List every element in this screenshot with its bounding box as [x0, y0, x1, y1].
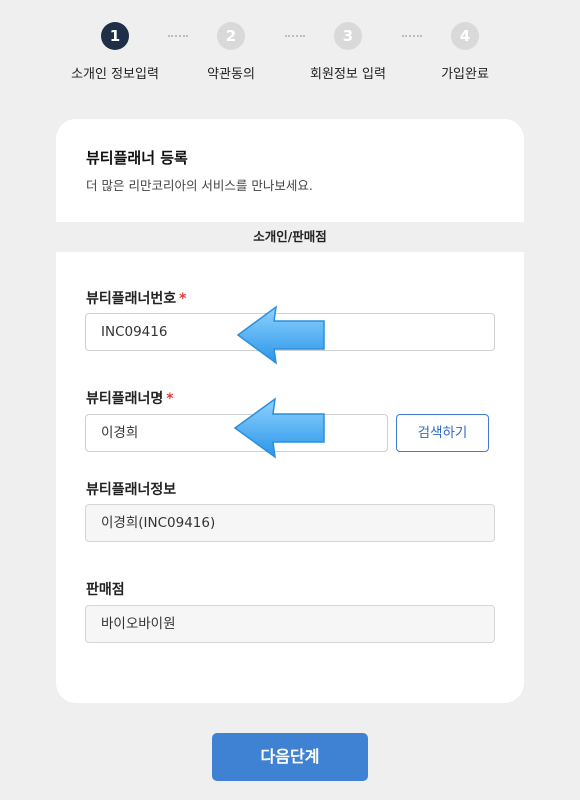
card-subtitle: 더 많은 리만코리아의 서비스를 만나보세요. — [86, 178, 313, 193]
step-number: 4 — [451, 22, 479, 50]
required-mark: * — [166, 391, 174, 407]
store-field: 바이오바이원 — [85, 605, 495, 643]
store-label: 판매점 — [86, 582, 125, 598]
next-step-button[interactable]: 다음단계 — [212, 733, 368, 781]
step-number: 1 — [101, 22, 129, 50]
step-label: 가입완료 — [441, 67, 489, 82]
step-2: 2 약관동의 — [171, 22, 291, 82]
step-label: 회원정보 입력 — [310, 67, 386, 82]
planner-info-label: 뷰티플래너정보 — [86, 482, 177, 498]
step-4: 4 가입완료 — [405, 22, 525, 82]
step-3: 3 회원정보 입력 — [288, 22, 408, 82]
planner-name-label-text: 뷰티플래너명 — [86, 391, 164, 407]
section-header: 소개인/판매점 — [56, 222, 524, 252]
step-label: 소개인 정보입력 — [71, 67, 159, 82]
card-title: 뷰티플래너 등록 — [86, 149, 188, 167]
planner-number-label: 뷰티플래너번호 * — [86, 288, 187, 308]
step-label: 약관동의 — [207, 67, 255, 82]
step-number: 2 — [217, 22, 245, 50]
planner-number-label-text: 뷰티플래너번호 — [86, 291, 177, 307]
search-button[interactable]: 검색하기 — [396, 414, 489, 452]
planner-info-field: 이경희(INC09416) — [85, 504, 495, 542]
required-mark: * — [179, 291, 187, 307]
arrow-left-icon — [233, 397, 325, 459]
signup-stepper: 1 소개인 정보입력 2 약관동의 3 회원정보 입력 4 가입완료 — [0, 0, 580, 90]
planner-name-label: 뷰티플래너명 * — [86, 388, 174, 408]
step-number: 3 — [334, 22, 362, 50]
step-1: 1 소개인 정보입력 — [55, 22, 175, 82]
arrow-left-icon — [236, 305, 325, 365]
